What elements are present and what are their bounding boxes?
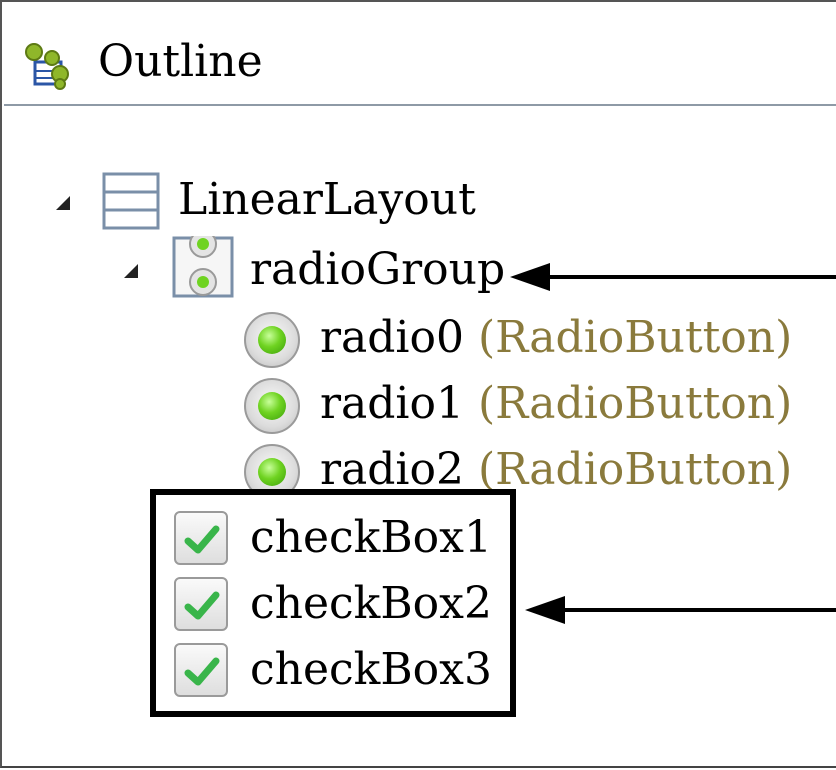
arrow-to-radio-group xyxy=(510,263,836,291)
annotation-arrows xyxy=(510,263,836,624)
arrow-to-checkboxes xyxy=(525,596,836,624)
outline-panel: Outline LinearLayout radioGroup radio0 (… xyxy=(0,0,836,768)
